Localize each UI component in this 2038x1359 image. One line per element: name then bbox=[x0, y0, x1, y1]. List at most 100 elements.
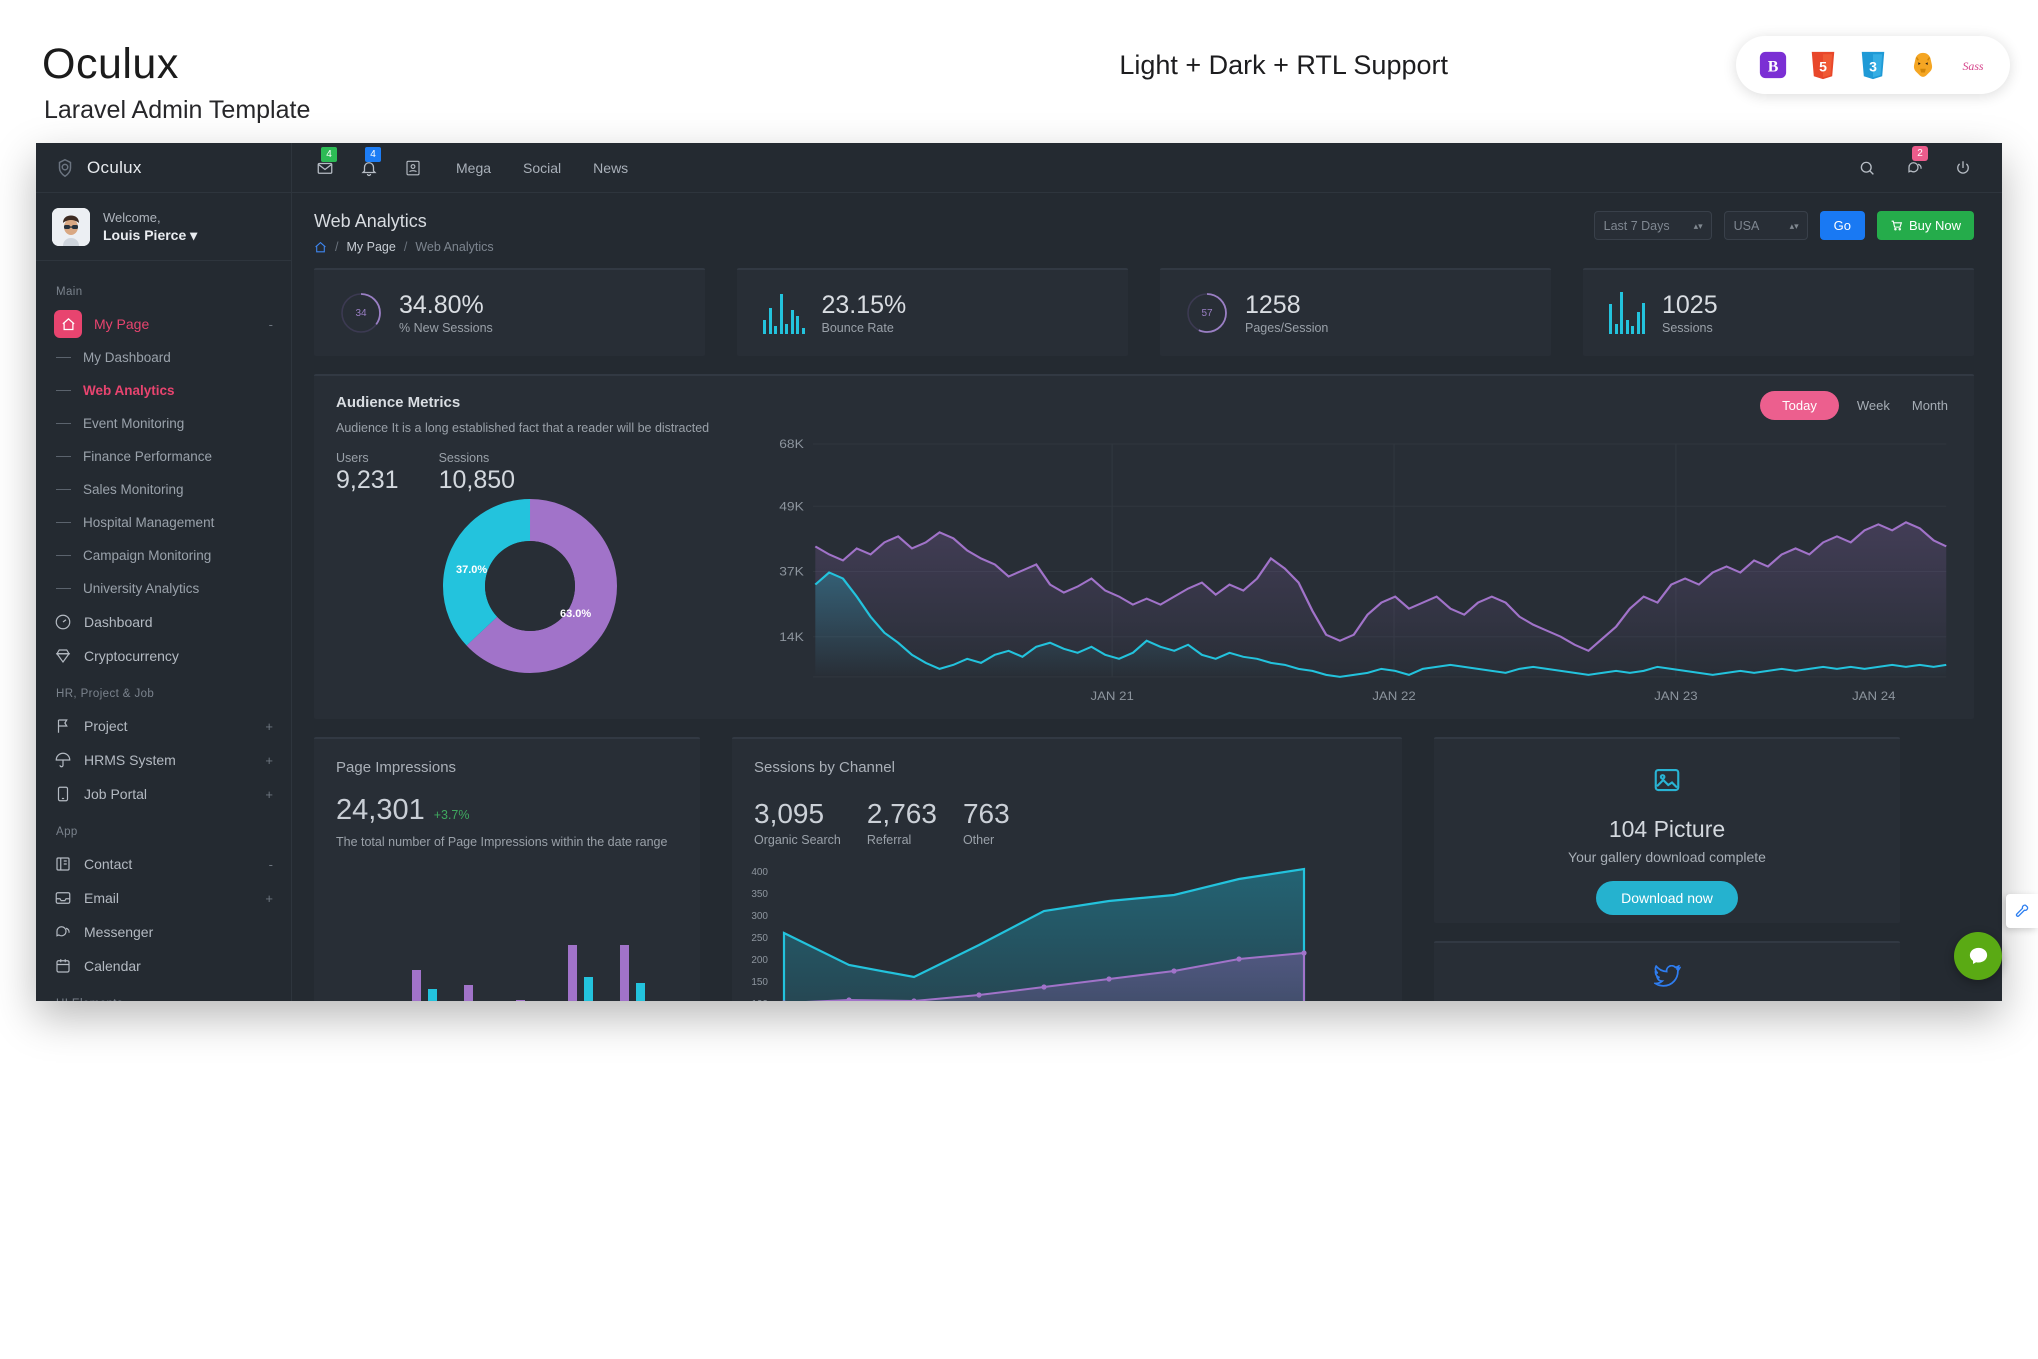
breadcrumb-current: Web Analytics bbox=[415, 240, 493, 254]
sidebar-item-label: Cryptocurrency bbox=[84, 648, 179, 664]
sidebar-item-label: Event Monitoring bbox=[83, 416, 184, 431]
donut-label-sessions: 63.0% bbox=[560, 608, 591, 620]
sidebar-item-contact[interactable]: Contact - bbox=[36, 847, 291, 881]
sidebar-item-university-analytics[interactable]: University Analytics bbox=[36, 572, 291, 605]
audience-metrics-panel: Audience Metrics Audience It is a long e… bbox=[314, 374, 1974, 719]
card-description: The total number of Page Impressions wit… bbox=[314, 827, 700, 851]
chat-fab-button[interactable] bbox=[1954, 932, 2002, 980]
download-now-button[interactable]: Download now bbox=[1596, 881, 1738, 915]
search-icon[interactable] bbox=[1858, 159, 1876, 177]
avatar-illustration-icon bbox=[52, 208, 90, 246]
tab-today[interactable]: Today bbox=[1760, 391, 1839, 420]
sidebar-item-label: Project bbox=[84, 718, 128, 734]
stat-label: Sessions bbox=[1662, 321, 1718, 335]
twitter-icon bbox=[1654, 965, 1681, 989]
topbar-link-social[interactable]: Social bbox=[523, 160, 561, 176]
power-icon[interactable] bbox=[1954, 159, 1972, 177]
channel-value: 763 bbox=[963, 798, 1010, 830]
expand-caret-icon: + bbox=[265, 787, 273, 802]
speedometer-icon bbox=[54, 613, 72, 631]
bell-badge: 4 bbox=[365, 147, 381, 162]
stat-value: 23.15% bbox=[822, 291, 907, 320]
buy-now-label: Buy Now bbox=[1909, 218, 1961, 233]
book-icon bbox=[54, 855, 72, 873]
collapse-caret-icon: - bbox=[269, 317, 273, 332]
sidebar-item-web-analytics[interactable]: Web Analytics bbox=[36, 374, 291, 407]
sidebar-item-calendar[interactable]: Calendar bbox=[36, 949, 291, 983]
go-button[interactable]: Go bbox=[1820, 211, 1865, 240]
country-select[interactable]: USA ▴▾ bbox=[1724, 211, 1808, 240]
channel-other: 763 Other bbox=[963, 798, 1010, 847]
sidebar-item-finance-performance[interactable]: Finance Performance bbox=[36, 440, 291, 473]
sidebar-item-job-portal[interactable]: Job Portal + bbox=[36, 777, 291, 811]
sidebar-item-label: Hospital Management bbox=[83, 515, 214, 530]
ytick-14k: 14K bbox=[779, 630, 804, 644]
sidebar-item-hrms-system[interactable]: HRMS System + bbox=[36, 743, 291, 777]
welcome-label: Welcome, bbox=[103, 209, 197, 226]
topbar-links: Mega Social News bbox=[456, 160, 628, 176]
topbar-link-mega[interactable]: Mega bbox=[456, 160, 491, 176]
sessions-by-channel-card: Sessions by Channel 3,095 Organic Search… bbox=[732, 737, 1402, 1001]
xtick-jan24: JAN 24 bbox=[1852, 690, 1895, 703]
country-value: USA bbox=[1734, 219, 1760, 233]
sidebar-item-cryptocurrency[interactable]: Cryptocurrency bbox=[36, 639, 291, 673]
sidebar-item-dashboard[interactable]: Dashboard bbox=[36, 605, 291, 639]
sidebar-item-messenger[interactable]: Messenger bbox=[36, 915, 291, 949]
channel-organic-search: 3,095 Organic Search bbox=[754, 798, 841, 847]
topbar-link-news[interactable]: News bbox=[593, 160, 628, 176]
stat-card-bounce-rate: 23.15% Bounce Rate bbox=[737, 268, 1128, 356]
tab-month[interactable]: Month bbox=[1908, 391, 1952, 420]
sidebar-item-label: Contact bbox=[84, 856, 132, 872]
sidebar-item-label: Finance Performance bbox=[83, 449, 212, 464]
expand-caret-icon: + bbox=[265, 891, 273, 906]
ytick-250: 250 bbox=[751, 933, 768, 944]
settings-panel-toggle[interactable] bbox=[2006, 894, 2038, 928]
sidebar-brand[interactable]: Oculux bbox=[36, 143, 291, 193]
contacts-icon[interactable] bbox=[404, 159, 422, 177]
chat-icon[interactable]: 2 bbox=[1906, 159, 1924, 177]
sidebar-brand-label: Oculux bbox=[87, 158, 142, 178]
promo-title: Oculux bbox=[42, 40, 179, 89]
ring-value: 57 bbox=[1186, 292, 1228, 334]
sidebar-item-my-page[interactable]: My Page - bbox=[36, 307, 291, 341]
stat-card-row: 34 34.80% % New Sessions 23.15% Bounce R… bbox=[292, 254, 2002, 356]
sidebar-item-event-monitoring[interactable]: Event Monitoring bbox=[36, 407, 291, 440]
breadcrumb-parent[interactable]: My Page bbox=[346, 240, 395, 254]
home-icon[interactable] bbox=[314, 241, 327, 254]
twitter-body: 3,756 bbox=[1434, 943, 1900, 1001]
ytick-200: 200 bbox=[751, 955, 768, 966]
bell-icon[interactable]: 4 bbox=[360, 159, 378, 177]
gallery-subtitle: Your gallery download complete bbox=[1434, 849, 1900, 865]
buy-now-button[interactable]: Buy Now bbox=[1877, 211, 1974, 240]
sidebar-item-label: Web Analytics bbox=[83, 383, 175, 398]
channel-label: Organic Search bbox=[754, 833, 841, 847]
page-impressions-card: Page Impressions 24,301 +3.7% The total … bbox=[314, 737, 700, 1001]
ytick-49k: 49K bbox=[779, 499, 804, 513]
date-range-select[interactable]: Last 7 Days ▴▾ bbox=[1594, 211, 1712, 240]
sidebar-item-hospital-management[interactable]: Hospital Management bbox=[36, 506, 291, 539]
sessions-area-chart: 400 350 300 250 200 150 100 bbox=[732, 867, 1402, 1001]
dash-icon bbox=[56, 522, 71, 523]
user-profile[interactable]: Welcome, Louis Pierce ▾ bbox=[36, 193, 291, 261]
sidebar-item-email[interactable]: Email + bbox=[36, 881, 291, 915]
breadcrumb-sep: / bbox=[335, 240, 338, 254]
tab-week[interactable]: Week bbox=[1853, 391, 1894, 420]
audience-stats: Users 9,231 Sessions 10,850 bbox=[336, 451, 515, 495]
expand-caret-icon: + bbox=[265, 719, 273, 734]
home-icon bbox=[54, 310, 82, 338]
main-content: Web Analytics / My Page / Web Analytics … bbox=[292, 193, 2002, 1001]
donut-label-users: 37.0% bbox=[456, 564, 487, 576]
user-name[interactable]: Louis Pierce ▾ bbox=[103, 226, 197, 244]
sidebar-item-campaign-monitoring[interactable]: Campaign Monitoring bbox=[36, 539, 291, 572]
ytick-68k: 68K bbox=[779, 437, 804, 451]
audience-line-chart: 68K 49K 37K 14K JAN 21 JAN 22 JAN 23 JAN… bbox=[744, 436, 1952, 707]
dash-icon bbox=[56, 555, 71, 556]
sidebar-item-my-dashboard[interactable]: My Dashboard bbox=[36, 341, 291, 374]
flag-icon bbox=[54, 717, 72, 735]
mail-icon[interactable]: 4 bbox=[316, 159, 334, 177]
svg-text:5: 5 bbox=[1819, 59, 1827, 75]
xtick-jan23: JAN 23 bbox=[1654, 690, 1697, 703]
sidebar-item-sales-monitoring[interactable]: Sales Monitoring bbox=[36, 473, 291, 506]
dash-icon bbox=[56, 390, 71, 391]
sidebar-item-project[interactable]: Project + bbox=[36, 709, 291, 743]
